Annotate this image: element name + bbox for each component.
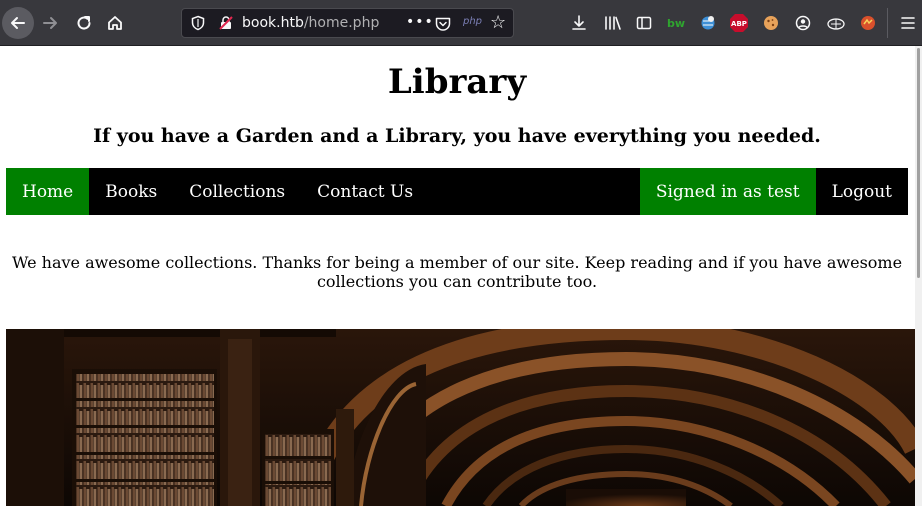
cookie-extension-icon[interactable] bbox=[761, 13, 781, 33]
downloads-icon[interactable] bbox=[569, 13, 589, 33]
intro-text: We have awesome collections. Thanks for … bbox=[11, 253, 903, 291]
site-title: Library bbox=[387, 62, 527, 102]
nav-collections-link[interactable]: Collections bbox=[173, 168, 301, 215]
globe-extension-icon[interactable] bbox=[698, 13, 718, 33]
bw-extension-icon[interactable]: bw bbox=[666, 13, 686, 33]
browser-toolbar: book.htb/home.php ••• php ☆ bw ABP bbox=[0, 0, 922, 46]
page-scrollbar-thumb[interactable] bbox=[917, 48, 920, 278]
library-icon[interactable] bbox=[603, 13, 623, 33]
url-host: book.htb bbox=[242, 15, 304, 31]
account-icon[interactable] bbox=[793, 13, 813, 33]
star-icon[interactable]: ☆ bbox=[490, 12, 506, 33]
toolbar-divider bbox=[887, 8, 888, 38]
arrow-left-icon bbox=[11, 17, 25, 29]
nav-home-link[interactable]: Home bbox=[6, 168, 90, 215]
library-illustration bbox=[6, 329, 915, 506]
home-button[interactable] bbox=[99, 7, 131, 39]
hamburger-icon[interactable] bbox=[898, 13, 918, 33]
nav-logout-link[interactable]: Logout bbox=[816, 168, 908, 215]
sidebar-icon[interactable] bbox=[634, 13, 654, 33]
site-tagline: If you have a Garden and a Library, you … bbox=[93, 125, 821, 147]
wappalyzer-icon[interactable] bbox=[858, 13, 878, 33]
library-hero-image bbox=[6, 329, 915, 506]
shield-icon[interactable] bbox=[190, 15, 206, 31]
url-bar[interactable]: book.htb/home.php ••• php ☆ bbox=[181, 8, 514, 38]
nav-books-link[interactable]: Books bbox=[89, 168, 173, 215]
home-icon bbox=[108, 16, 122, 30]
arrow-right-icon bbox=[43, 17, 57, 29]
url-path: /home.php bbox=[303, 15, 380, 31]
pocket-icon[interactable] bbox=[434, 15, 452, 33]
php-extension-icon[interactable]: php bbox=[463, 16, 482, 27]
nav-signed-in-status[interactable]: Signed in as test bbox=[639, 168, 816, 215]
main-navbar: Home Books Collections Contact Us Signed… bbox=[6, 168, 908, 215]
abp-label: ABP bbox=[731, 20, 747, 28]
nav-contact-link[interactable]: Contact Us bbox=[301, 168, 429, 215]
url-text[interactable]: book.htb/home.php bbox=[242, 15, 379, 31]
reload-icon bbox=[77, 16, 91, 30]
adblock-plus-icon[interactable]: ABP bbox=[729, 13, 749, 33]
page-actions-icon[interactable]: ••• bbox=[406, 14, 434, 30]
reload-button[interactable] bbox=[68, 7, 100, 39]
forward-button[interactable] bbox=[34, 7, 66, 39]
hacktools-extension-icon[interactable] bbox=[826, 13, 846, 33]
insecure-lock-icon[interactable] bbox=[218, 15, 234, 31]
back-button[interactable] bbox=[2, 7, 34, 39]
